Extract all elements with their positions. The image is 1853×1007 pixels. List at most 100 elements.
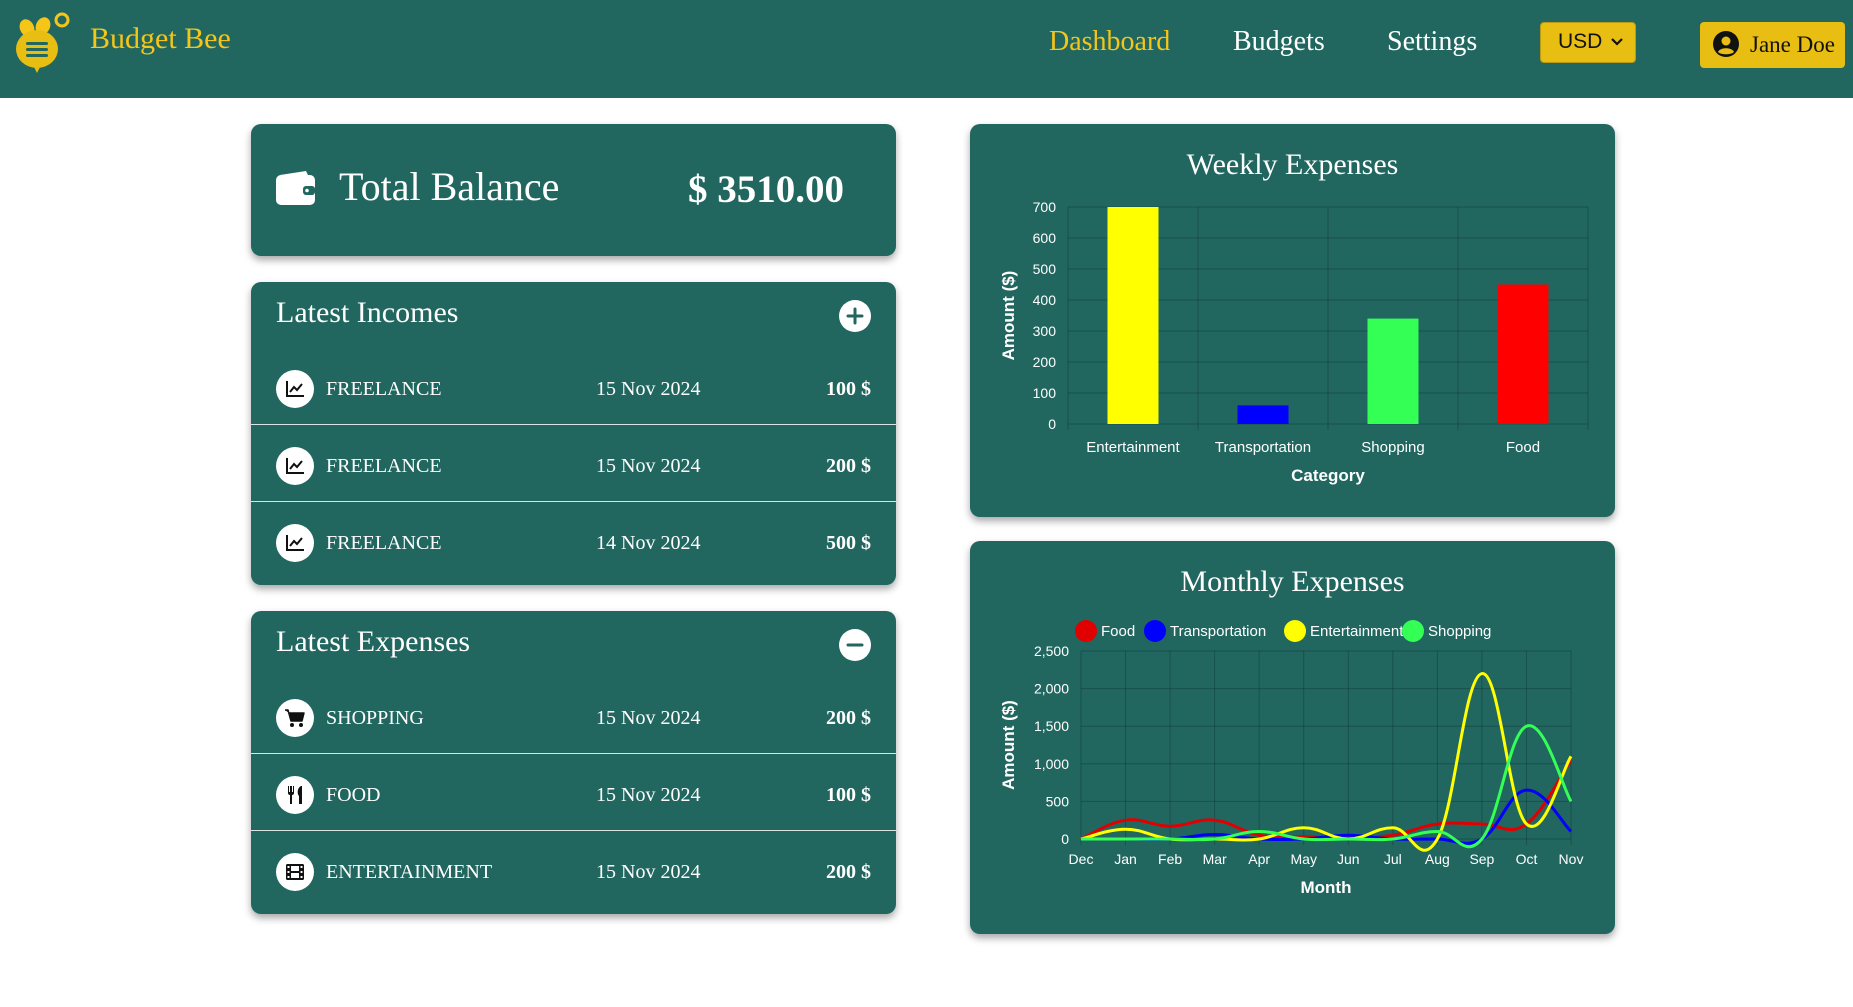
expense-row[interactable]: ENTERTAINMENT 15 Nov 2024 200 $ — [251, 831, 896, 908]
top-navbar: Budget Bee Dashboard Budgets Settings US… — [0, 0, 1853, 98]
bar-entertainment — [1107, 207, 1159, 424]
income-amount: 200 $ — [826, 455, 871, 477]
expense-row[interactable]: SHOPPING 15 Nov 2024 200 $ — [251, 677, 896, 754]
expense-date: 15 Nov 2024 — [596, 707, 701, 729]
utensils-icon — [276, 776, 314, 814]
income-row[interactable]: FREELANCE 15 Nov 2024 100 $ — [251, 348, 896, 425]
expense-amount: 200 $ — [826, 707, 871, 729]
balance-label: Total Balance — [339, 164, 560, 209]
user-menu-button[interactable]: Jane Doe — [1700, 22, 1845, 68]
currency-select[interactable]: USD — [1540, 22, 1636, 63]
y-tick-label: 600 — [1033, 230, 1057, 246]
balance-amount: $ 3510.00 — [688, 168, 844, 211]
x-axis-label: Month — [1301, 878, 1352, 897]
minus-icon — [846, 643, 864, 647]
y-tick-label: 700 — [1033, 199, 1057, 215]
user-name: Jane Doe — [1750, 32, 1835, 57]
bar-transportation — [1237, 405, 1289, 424]
income-row[interactable]: FREELANCE 14 Nov 2024 500 $ — [251, 502, 896, 579]
legend-label-transportation: Transportation — [1170, 623, 1266, 640]
y-tick-label: 2,500 — [1034, 643, 1069, 659]
y-tick-label: 0 — [1061, 831, 1069, 847]
y-tick-label: 0 — [1048, 416, 1056, 432]
expense-date: 15 Nov 2024 — [596, 784, 701, 806]
series-line-shopping — [1080, 724, 1573, 849]
incomes-title: Latest Incomes — [276, 296, 459, 329]
x-tick-label: Sep — [1469, 851, 1494, 867]
income-name: FREELANCE — [326, 455, 442, 477]
x-tick-label: Mar — [1203, 851, 1227, 867]
latest-expenses-card: Latest Expenses SHOPPING 15 Nov 2024 200… — [251, 611, 896, 914]
x-tick-label: Food — [1506, 439, 1540, 456]
x-tick-label: Transportation — [1215, 439, 1311, 456]
monthly-expenses-chart: Food Transportation Entertainment Shopping 0… — [999, 620, 1584, 897]
latest-incomes-card: Latest Incomes FREELANCE 15 Nov 2024 100… — [251, 282, 896, 585]
y-tick-label: 100 — [1033, 385, 1057, 401]
expense-amount: 200 $ — [826, 861, 871, 883]
legend-swatch-food — [1075, 620, 1097, 642]
x-tick-label: Aug — [1425, 851, 1450, 867]
bee-logo-icon[interactable] — [10, 12, 72, 74]
weekly-expenses-chart: 0 100 200 300 400 500 600 700 Entertainment Trans… — [999, 199, 1589, 485]
brand-name[interactable]: Budget Bee — [90, 22, 231, 56]
expense-amount: 100 $ — [826, 784, 871, 806]
income-date: 15 Nov 2024 — [596, 378, 701, 400]
chart-line-icon — [276, 370, 314, 408]
expense-row[interactable]: FOOD 15 Nov 2024 100 $ — [251, 754, 896, 831]
chevron-down-icon — [1611, 38, 1623, 46]
chart-line-icon — [276, 447, 314, 485]
expense-name: FOOD — [326, 784, 381, 806]
expense-date: 15 Nov 2024 — [596, 861, 701, 883]
x-tick-label: Apr — [1248, 851, 1270, 867]
add-income-button[interactable] — [839, 300, 871, 332]
income-date: 14 Nov 2024 — [596, 532, 701, 554]
legend-label-shopping: Shopping — [1428, 623, 1491, 640]
y-tick-label: 1,500 — [1034, 718, 1069, 734]
monthly-expenses-card: Monthly Expenses Food Transportation Enter… — [970, 541, 1615, 934]
user-circle-icon — [1713, 31, 1739, 57]
expenses-title: Latest Expenses — [276, 625, 471, 658]
income-amount: 500 $ — [826, 532, 871, 554]
x-axis-label: Category — [1291, 466, 1365, 485]
weekly-expenses-card: Weekly Expenses 0 100 200 300 400 500 600 700 En… — [970, 124, 1615, 517]
legend-label-food: Food — [1101, 623, 1135, 640]
x-tick-label: Dec — [1069, 851, 1094, 867]
y-axis-label: Amount ($) — [999, 271, 1018, 361]
plus-icon — [846, 307, 864, 325]
x-tick-label: Jun — [1337, 851, 1360, 867]
y-tick-label: 400 — [1033, 292, 1057, 308]
nav-budgets[interactable]: Budgets — [1233, 26, 1325, 58]
x-tick-label: Entertainment — [1086, 439, 1180, 456]
income-date: 15 Nov 2024 — [596, 455, 701, 477]
legend-swatch-shopping — [1402, 620, 1424, 642]
income-row[interactable]: FREELANCE 15 Nov 2024 200 $ — [251, 425, 896, 502]
legend-swatch-transportation — [1144, 620, 1166, 642]
y-tick-label: 300 — [1033, 323, 1057, 339]
nav-dashboard[interactable]: Dashboard — [1049, 26, 1170, 58]
x-tick-label: Oct — [1516, 851, 1538, 867]
income-name: FREELANCE — [326, 378, 442, 400]
x-tick-label: Jan — [1114, 851, 1137, 867]
x-tick-label: Nov — [1559, 851, 1584, 867]
currency-value: USD — [1558, 30, 1603, 53]
wallet-icon — [276, 171, 315, 205]
cart-icon — [276, 699, 314, 737]
x-tick-label: Jul — [1384, 851, 1402, 867]
add-expense-button[interactable] — [839, 629, 871, 661]
chart-line-icon — [276, 524, 314, 562]
nav-settings[interactable]: Settings — [1387, 26, 1477, 58]
bar-shopping — [1367, 318, 1419, 424]
x-tick-label: Feb — [1158, 851, 1182, 867]
legend-label-entertainment: Entertainment — [1310, 623, 1404, 640]
total-balance-card: Total Balance $ 3510.00 — [251, 124, 896, 256]
y-tick-label: 500 — [1033, 261, 1057, 277]
y-tick-label: 1,000 — [1034, 756, 1069, 772]
x-tick-label: Shopping — [1361, 439, 1424, 456]
income-amount: 100 $ — [826, 378, 871, 400]
expense-name: SHOPPING — [326, 707, 424, 729]
bar-food — [1497, 284, 1549, 424]
y-axis-label: Amount ($) — [999, 700, 1018, 790]
income-name: FREELANCE — [326, 532, 442, 554]
legend-swatch-entertainment — [1284, 620, 1306, 642]
y-tick-label: 500 — [1046, 793, 1070, 809]
